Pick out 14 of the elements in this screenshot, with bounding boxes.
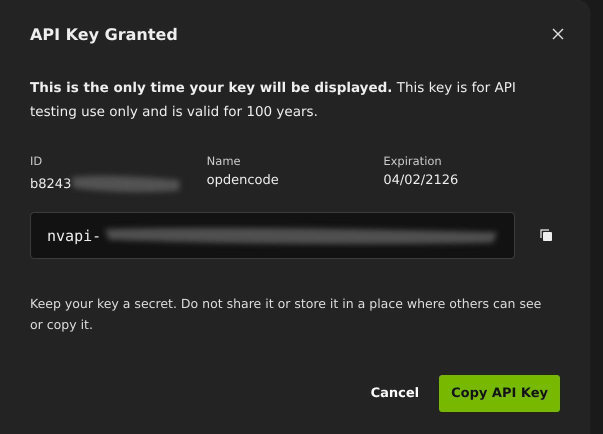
field-value: b8243 bbox=[30, 176, 72, 192]
field-value: 04/02/2126 bbox=[383, 173, 458, 188]
field-value: opdencode bbox=[206, 173, 279, 188]
close-icon[interactable] bbox=[552, 28, 564, 40]
field-label: Name bbox=[206, 154, 242, 168]
message-text: This is the only time your key will be displayed. This key is for API testing use only and is valid for 100 years. bbox=[30, 79, 517, 122]
field-label: ID bbox=[30, 154, 44, 168]
note-text: Keep your key a secret. Do not share it or store it in a place where others can see or copy it. bbox=[30, 295, 542, 334]
copy-icon[interactable] bbox=[540, 229, 553, 242]
copy-key-button[interactable]: Copy API Key bbox=[439, 375, 560, 412]
field-label: Expiration bbox=[383, 154, 443, 168]
dialog-title: API Key Granted bbox=[30, 24, 178, 44]
key-field: nvapi- bbox=[30, 212, 515, 259]
cancel-button[interactable]: Cancel bbox=[370, 378, 420, 409]
